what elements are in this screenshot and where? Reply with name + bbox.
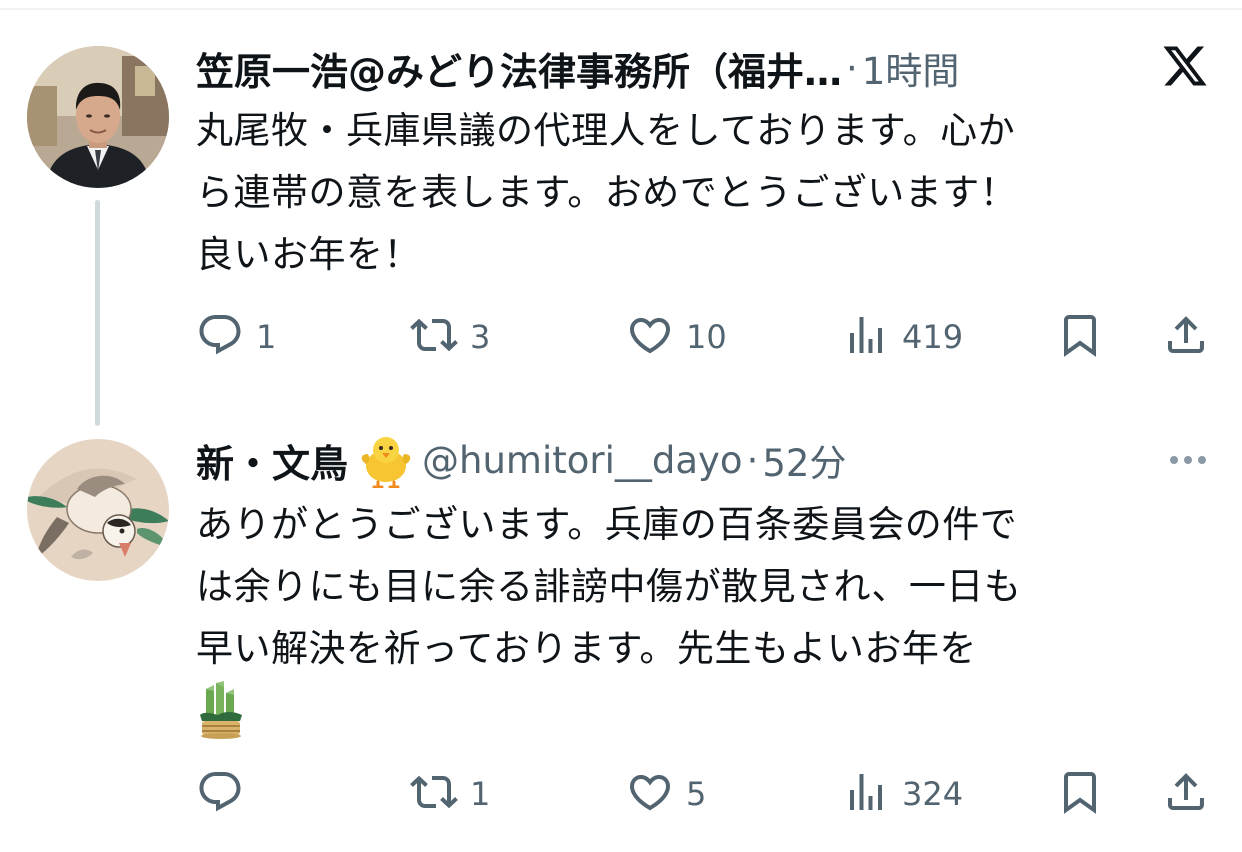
tweet-text-line: 早い解決を祈っております。先生もよいお年を — [196, 627, 977, 670]
view-count: 324 — [902, 775, 964, 813]
like-count: 10 — [686, 318, 727, 356]
share-icon — [1162, 311, 1210, 363]
tweet-text: 丸尾牧・兵庫県議の代理人をしております。心か ら連帯の意を表します。おめでとうご… — [196, 100, 1206, 286]
like-button[interactable]: 10 — [626, 313, 727, 361]
like-button[interactable]: 5 — [626, 770, 706, 818]
retweet-button[interactable]: 1 — [410, 770, 490, 818]
reply-icon — [196, 768, 244, 820]
reply-count: 1 — [256, 318, 277, 356]
like-icon — [626, 768, 674, 820]
share-icon — [1162, 768, 1210, 820]
views-icon — [842, 768, 890, 820]
like-icon — [626, 311, 674, 363]
tweet-header: 笠原一浩@みどり法律事務所（福井… · 1時間 — [196, 42, 959, 94]
separator-dot: · — [846, 46, 858, 90]
bookmark-icon — [1056, 311, 1104, 363]
more-icon[interactable] — [1166, 446, 1210, 478]
thread-connector-line — [95, 200, 100, 426]
share-button[interactable] — [1162, 770, 1210, 818]
tweet-header: 新・文鳥 @humitori__dayo · 52分 — [196, 432, 846, 488]
like-count: 5 — [686, 775, 707, 813]
bookmark-button[interactable] — [1056, 770, 1104, 818]
views-button[interactable]: 419 — [842, 313, 963, 361]
reply-button[interactable]: 1 — [196, 313, 276, 361]
tweet-text-line: ありがとうございます。兵庫の百条委員会の件で — [196, 503, 1018, 546]
tweet-text-line: 良いお年を！ — [196, 233, 421, 276]
retweet-count: 1 — [470, 775, 491, 813]
top-divider — [0, 8, 1242, 10]
timestamp[interactable]: 1時間 — [862, 41, 960, 95]
retweet-button[interactable]: 3 — [410, 313, 490, 361]
author-name[interactable]: 新・文鳥 — [196, 433, 348, 488]
tweet-text-line: ら連帯の意を表します。おめでとうございます！ — [196, 171, 1018, 214]
reply-icon — [196, 311, 244, 363]
separator-dot: · — [746, 438, 759, 482]
views-icon — [842, 311, 890, 363]
bookmark-button[interactable] — [1056, 313, 1104, 361]
retweet-icon — [410, 768, 458, 820]
bookmark-icon — [1056, 768, 1104, 820]
reply-button[interactable] — [196, 770, 256, 818]
tweet-text-line: 丸尾牧・兵庫県議の代理人をしております。心か — [196, 109, 1016, 152]
tweet-text: ありがとうございます。兵庫の百条委員会の件で は余りにも目に余る誹謗中傷が散見さ… — [196, 494, 1206, 742]
kadomatsu-emoji — [196, 680, 1206, 742]
chick-emoji — [356, 432, 416, 488]
author-name[interactable]: 笠原一浩@みどり法律事務所（福井… — [196, 41, 842, 96]
timestamp[interactable]: 52分 — [762, 433, 846, 487]
retweet-count: 3 — [470, 318, 491, 356]
retweet-icon — [410, 311, 458, 363]
x-logo-icon[interactable] — [1160, 42, 1210, 94]
views-button[interactable]: 324 — [842, 770, 963, 818]
avatar[interactable] — [27, 46, 169, 188]
avatar[interactable] — [27, 439, 169, 581]
view-count: 419 — [902, 318, 964, 356]
tweet-text-line: は余りにも目に余る誹謗中傷が散見され、一日も — [196, 565, 1022, 608]
author-handle[interactable]: @humitori__dayo — [422, 439, 743, 482]
share-button[interactable] — [1162, 313, 1210, 361]
